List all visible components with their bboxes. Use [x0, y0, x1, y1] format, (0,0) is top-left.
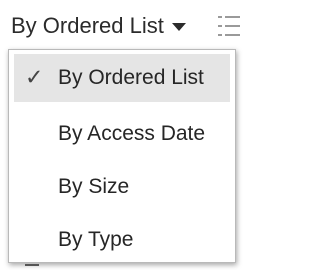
menu-item-by-size[interactable]: By Size	[14, 160, 230, 213]
sort-dropdown-label: By Ordered List	[11, 13, 164, 38]
menu-item-label: By Type	[58, 227, 134, 251]
list-view-icon[interactable]	[216, 12, 240, 40]
sort-menu-screen: By Ordered List ✓ By Ordered List By Acc…	[0, 0, 240, 270]
menu-item-label: By Access Date	[58, 121, 206, 145]
caret-down-icon	[171, 23, 186, 31]
sort-dropdown-button[interactable]: By Ordered List	[0, 6, 192, 46]
check-icon: ✓	[25, 64, 44, 90]
menu-item-by-access-date[interactable]: By Access Date	[14, 107, 230, 160]
menu-item-label: By Ordered List	[58, 66, 204, 89]
partial-underlying-content	[25, 264, 39, 270]
menu-item-by-type[interactable]: By Type	[14, 213, 230, 266]
menu-item-by-ordered-list[interactable]: ✓ By Ordered List	[14, 54, 230, 102]
menu-item-label: By Size	[58, 174, 130, 198]
sort-options-menu: ✓ By Ordered List By Access Date By Size…	[8, 49, 236, 263]
